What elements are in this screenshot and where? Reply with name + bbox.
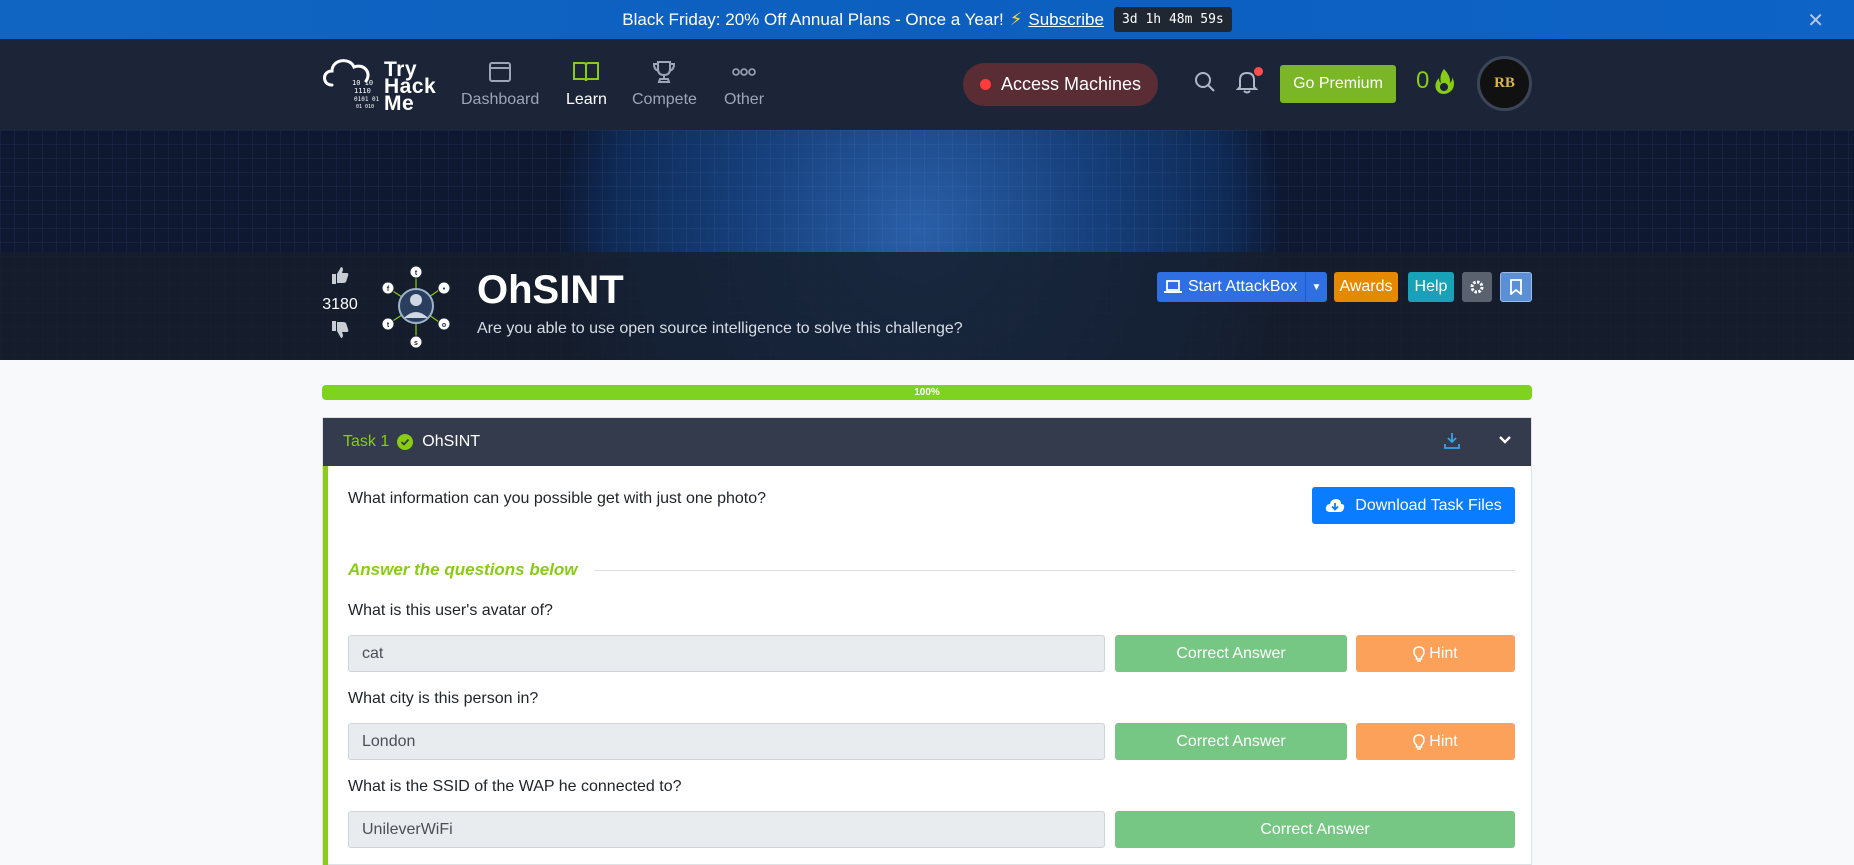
answer-field[interactable]: cat	[348, 635, 1105, 672]
gear-icon	[1470, 280, 1484, 294]
answer-field[interactable]: UnileverWiFi	[348, 811, 1105, 848]
start-attackbox-button[interactable]: Start AttackBox ▼	[1157, 272, 1327, 302]
promo-bar: Black Friday: 20% Off Annual Plans - Onc…	[0, 0, 1854, 39]
flame-icon	[1435, 69, 1455, 94]
progress-fill: 100%	[322, 385, 1532, 400]
download-label: Download Task Files	[1355, 496, 1502, 514]
answers-heading-text: Answer the questions below	[348, 560, 578, 579]
vote-count: 3180	[322, 296, 358, 313]
hint-button[interactable]: Hint	[1356, 723, 1515, 760]
book-icon	[572, 57, 600, 87]
svg-text:0101 01: 0101 01	[354, 96, 380, 103]
more-icon	[732, 57, 756, 87]
avatar-initials: RB	[1494, 75, 1515, 91]
trophy-icon	[651, 57, 677, 87]
answers-heading: Answer the questions below	[348, 560, 1515, 580]
svg-text:s: s	[414, 340, 418, 347]
chevron-down-icon[interactable]	[1497, 432, 1513, 453]
lightning-icon: ⚡	[1009, 9, 1023, 29]
correct-answer-button[interactable]: Correct Answer	[1115, 635, 1347, 672]
download-icon[interactable]	[1443, 432, 1461, 455]
svg-text:1110: 1110	[354, 87, 371, 95]
task-title: OhSINT	[422, 433, 481, 450]
awards-button[interactable]: Awards	[1334, 272, 1398, 302]
notification-badge	[1254, 67, 1263, 76]
nav-label: Compete	[632, 91, 697, 108]
correct-answer-button[interactable]: Correct Answer	[1115, 723, 1347, 760]
nav-dashboard[interactable]: Dashboard	[461, 57, 539, 109]
nav-label: Other	[724, 91, 765, 108]
divider	[593, 569, 1515, 571]
svg-text:o: o	[442, 322, 446, 329]
answer-field[interactable]: London	[348, 723, 1105, 760]
cloud-logo-icon: 10 10 1110 0101 01 01 010	[323, 59, 380, 110]
streak-count: 0	[1416, 67, 1430, 94]
bookmark-button[interactable]	[1500, 272, 1532, 302]
lightbulb-icon	[1413, 733, 1426, 750]
attackbox-label: Start AttackBox	[1188, 278, 1298, 295]
nav-learn[interactable]: Learn	[566, 57, 607, 109]
hint-button[interactable]: Hint	[1356, 635, 1515, 672]
nav-label: Dashboard	[461, 91, 540, 108]
vote-panel: 3180	[318, 265, 362, 345]
dashboard-icon	[489, 57, 512, 87]
thumbs-up-icon[interactable]	[330, 265, 350, 290]
streak-counter[interactable]: 0	[1416, 67, 1455, 95]
user-avatar[interactable]: RB	[1477, 56, 1532, 111]
room-icon: tf • t os	[381, 265, 451, 349]
check-circle-icon	[397, 434, 414, 450]
subscribe-link[interactable]: Subscribe	[1028, 10, 1104, 30]
nav-compete[interactable]: Compete	[632, 57, 697, 109]
question-text: What is this user's avatar of?	[348, 602, 553, 619]
bookmark-icon	[1510, 279, 1522, 295]
room-description: Are you able to use open source intellig…	[477, 320, 963, 337]
top-navbar: 10 10 1110 0101 01 01 010 Try Hack Me Da…	[0, 39, 1854, 130]
room-title: OhSINT	[477, 268, 624, 312]
progress-label: 100%	[914, 387, 940, 398]
svg-text:01 010: 01 010	[356, 104, 374, 110]
thumbs-down-icon[interactable]	[330, 320, 350, 345]
task-description: What information can you possible get wi…	[348, 490, 767, 507]
close-icon[interactable]: ✕	[1807, 8, 1824, 33]
access-machines-button[interactable]: Access Machines	[963, 63, 1158, 106]
banner-overlay	[0, 252, 1854, 360]
status-dot-icon	[979, 79, 991, 90]
task-body: What information can you possible get wi…	[323, 466, 1531, 865]
question-text: What city is this person in?	[348, 690, 539, 707]
task-number: Task 1	[343, 433, 390, 450]
nav-label: Learn	[566, 91, 607, 108]
nav-other[interactable]: Other	[724, 57, 764, 109]
tryhackme-logo[interactable]: 10 10 1110 0101 01 01 010 Try Hack Me	[320, 51, 440, 121]
countdown-timer: 3d 1h 48m 59s	[1113, 7, 1232, 32]
correct-answer-button[interactable]: Correct Answer	[1115, 811, 1515, 848]
help-button[interactable]: Help	[1408, 272, 1454, 302]
laptop-icon	[1164, 280, 1182, 293]
chevron-down-icon[interactable]: ▼	[1305, 272, 1327, 302]
go-premium-button[interactable]: Go Premium	[1280, 65, 1396, 103]
search-icon[interactable]	[1194, 71, 1216, 98]
hint-label: Hint	[1429, 644, 1458, 662]
svg-text:10 10: 10 10	[352, 79, 373, 87]
question-text: What is the SSID of the WAP he connected…	[348, 778, 682, 795]
promo-text: Black Friday: 20% Off Annual Plans - Onc…	[622, 9, 1004, 29]
settings-button[interactable]	[1462, 272, 1492, 302]
access-machines-label: Access Machines	[1000, 74, 1142, 94]
cloud-download-icon	[1326, 498, 1345, 512]
download-task-files-button[interactable]: Download Task Files	[1312, 487, 1515, 524]
room-progress-bar: 100%	[322, 385, 1532, 400]
lightbulb-icon	[1413, 645, 1426, 662]
bell-icon[interactable]	[1235, 67, 1263, 99]
hint-label: Hint	[1429, 732, 1458, 750]
task-header[interactable]: Task 1 OhSINT	[323, 418, 1531, 466]
task-card: Task 1 OhSINT What information can you p…	[322, 417, 1532, 865]
brand-name: Try Hack Me	[384, 59, 436, 114]
